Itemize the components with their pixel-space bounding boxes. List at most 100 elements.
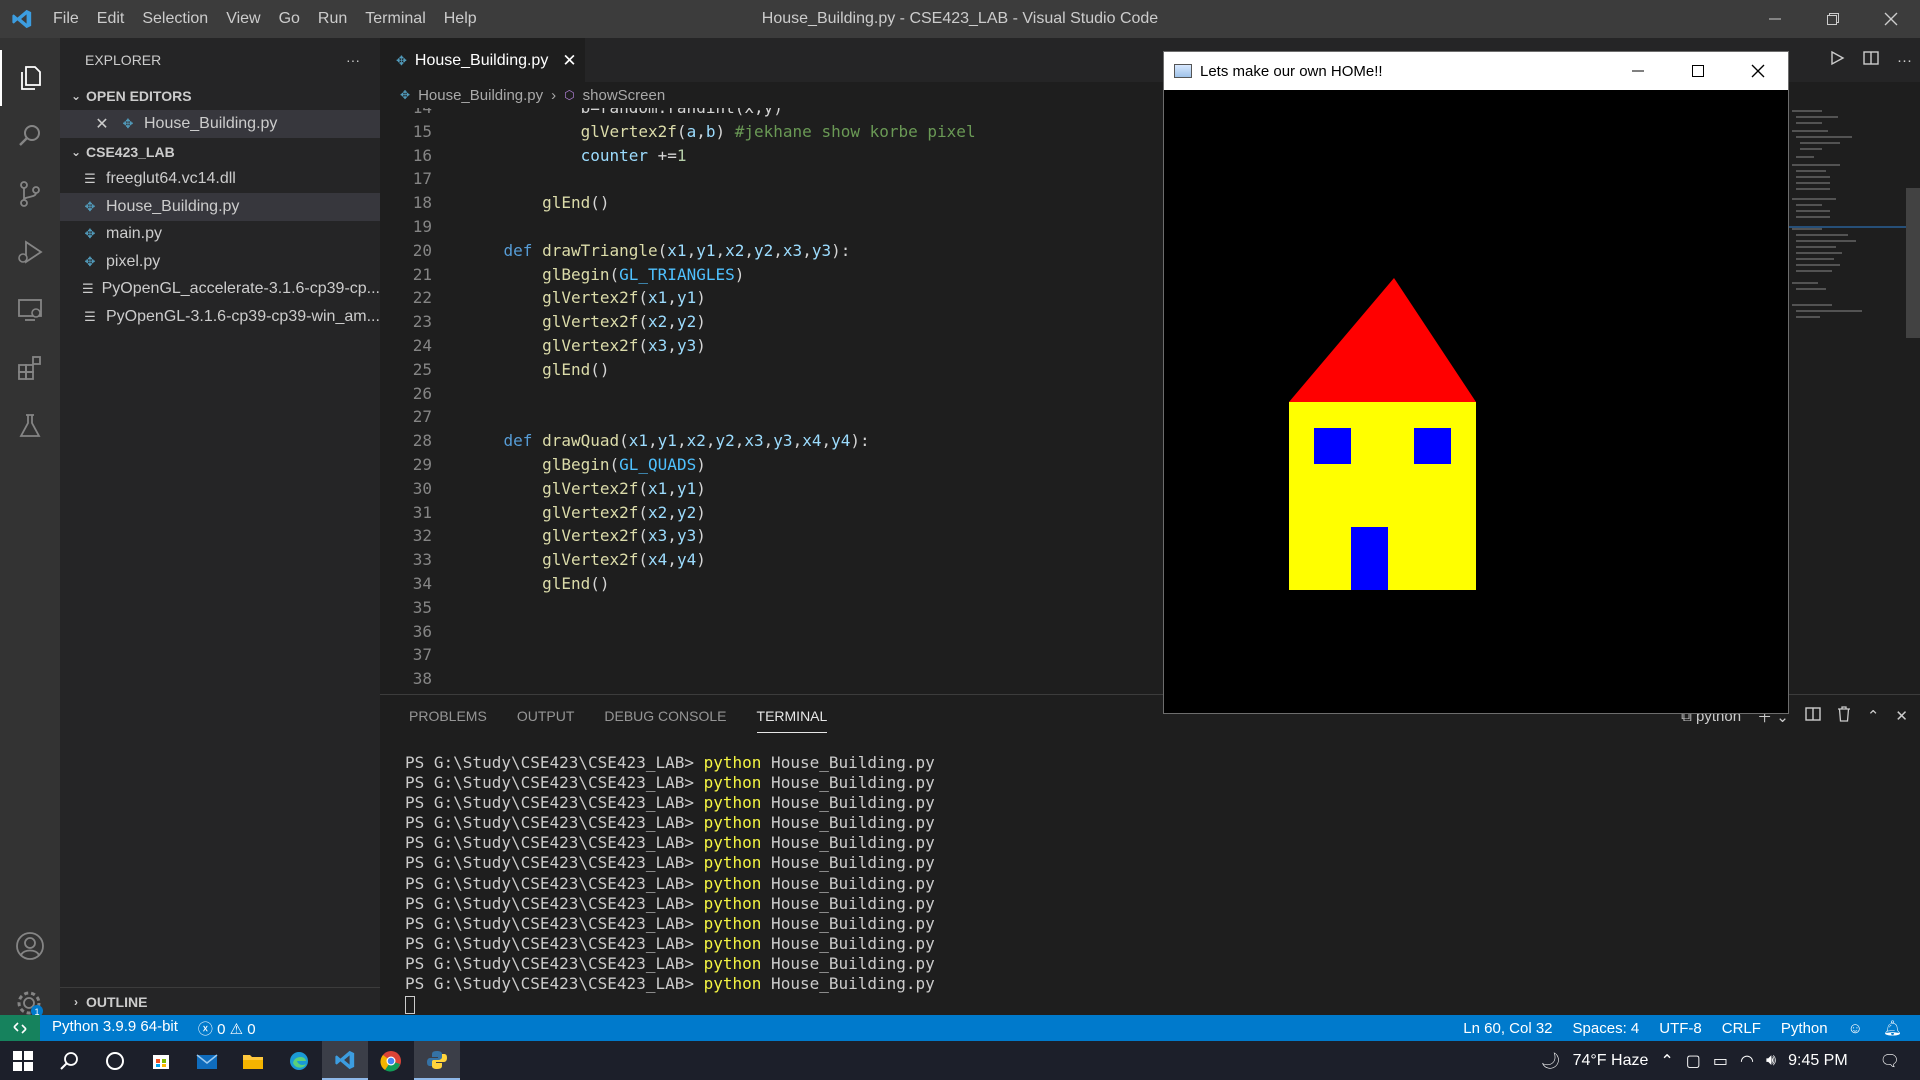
warning-icon: ⚠ <box>229 1020 244 1038</box>
close-button[interactable] <box>1728 52 1788 90</box>
extensions-icon[interactable] <box>0 340 60 396</box>
line-number: 24 <box>412 336 432 355</box>
restore-button[interactable] <box>1804 0 1862 38</box>
code-token: x3 <box>744 431 764 451</box>
run-debug-icon[interactable] <box>0 224 60 280</box>
folder-section[interactable]: ⌄ CSE423_LAB <box>60 138 380 166</box>
code-token: x2 <box>725 240 745 260</box>
scrollbar-thumb[interactable] <box>1906 188 1920 338</box>
file-item[interactable]: ✥ House_Building.py <box>60 193 380 221</box>
search-icon[interactable] <box>0 108 60 164</box>
line-number: 19 <box>412 217 432 236</box>
outline-section[interactable]: › OUTLINE <box>60 987 380 1015</box>
run-file-icon[interactable] <box>1829 50 1845 70</box>
feedback-icon[interactable]: ☺ <box>1848 1020 1863 1037</box>
split-editor-icon[interactable] <box>1863 50 1879 70</box>
problems-indicator[interactable]: ⓧ 0 ⚠ 0 <box>198 1018 256 1039</box>
show-hidden-icons-icon[interactable]: ⌃ <box>1660 1051 1673 1071</box>
close-panel-icon[interactable]: ✕ <box>1895 707 1908 725</box>
python-icon: ✥ <box>396 52 407 68</box>
end-of-line[interactable]: CRLF <box>1722 1020 1761 1037</box>
menu-view[interactable]: View <box>217 0 269 38</box>
open-editors-section[interactable]: ⌄ OPEN EDITORS <box>60 82 380 110</box>
wifi-icon[interactable]: ◠ <box>1740 1051 1754 1071</box>
cortana-icon[interactable] <box>92 1041 138 1080</box>
notifications-bell-icon[interactable]: 🔔︎ <box>1883 1019 1902 1037</box>
python-interpreter[interactable]: Python 3.9.9 64-bit <box>52 1018 178 1039</box>
open-editor-item[interactable]: ✕ ✥ House_Building.py <box>60 110 380 138</box>
menu-edit[interactable]: Edit <box>88 0 134 38</box>
editor-scrollbar[interactable] <box>1906 108 1920 694</box>
file-label: PyOpenGL-3.1.6-cp39-cp39-win_am... <box>106 307 380 325</box>
chrome-icon[interactable] <box>368 1041 414 1080</box>
more-actions-icon[interactable]: ··· <box>1897 52 1912 69</box>
cursor-position[interactable]: Ln 60, Col 32 <box>1463 1020 1552 1037</box>
maximize-panel-icon[interactable]: ⌃ <box>1867 707 1880 725</box>
tab-house-building[interactable]: ✥ House_Building.py ✕ <box>380 38 585 82</box>
split-terminal-icon[interactable] <box>1805 706 1821 726</box>
file-item[interactable]: ☰ PyOpenGL-3.1.6-cp39-cp39-win_am... <box>60 303 380 331</box>
remote-explorer-icon[interactable] <box>0 282 60 338</box>
code-token: x1 <box>648 478 668 498</box>
clock-time[interactable]: 9:45 PM <box>1788 1052 1848 1070</box>
error-icon: ⓧ <box>197 1020 213 1038</box>
code-token: glEnd <box>465 574 591 593</box>
meet-now-icon[interactable]: ▢ <box>1686 1051 1701 1071</box>
minimize-button[interactable] <box>1608 52 1668 90</box>
source-control-icon[interactable] <box>0 166 60 222</box>
file-item[interactable]: ✥ pixel.py <box>60 248 380 276</box>
terminal-arg: House_Building.py <box>761 953 935 973</box>
file-item[interactable]: ☰ freeglut64.vc14.dll <box>60 166 380 194</box>
close-button[interactable] <box>1862 0 1920 38</box>
tab-problems[interactable]: PROBLEMS <box>409 695 487 737</box>
tab-label: House_Building.py <box>414 51 549 69</box>
explorer-icon[interactable] <box>0 50 60 106</box>
mail-icon[interactable] <box>184 1041 230 1080</box>
menu-go[interactable]: Go <box>270 0 309 38</box>
file-item[interactable]: ✥ main.py <box>60 221 380 249</box>
volume-icon[interactable]: 🔊︎ <box>1766 1052 1776 1070</box>
terminal-output[interactable]: PS G:\Study\CSE423\CSE423_LAB> python Ho… <box>405 753 935 1014</box>
breadcrumb-file[interactable]: House_Building.py <box>418 87 543 104</box>
weather-text[interactable]: 74°F Haze <box>1573 1052 1649 1070</box>
menu-file[interactable]: File <box>44 0 88 38</box>
system-tray: 🌙︎ 74°F Haze ⌃ ▢ ▭ ◠ 🔊︎ 9:45 PM 🗨︎ <box>1540 1041 1920 1080</box>
indentation[interactable]: Spaces: 4 <box>1573 1020 1640 1037</box>
search-icon[interactable] <box>46 1041 92 1080</box>
edge-browser-icon[interactable] <box>276 1041 322 1080</box>
tab-terminal[interactable]: TERMINAL <box>756 695 828 733</box>
breadcrumb-symbol[interactable]: showScreen <box>583 87 666 104</box>
weather-moon-icon[interactable]: 🌙︎ <box>1540 1051 1560 1071</box>
minimize-button[interactable] <box>1746 0 1804 38</box>
code-token: x1 <box>628 431 649 451</box>
tab-output[interactable]: OUTPUT <box>517 695 575 737</box>
remote-indicator-icon[interactable] <box>0 1015 40 1041</box>
encoding[interactable]: UTF-8 <box>1659 1020 1702 1037</box>
windows-start-icon[interactable] <box>0 1041 46 1080</box>
minimap[interactable] <box>1788 108 1906 694</box>
file-item[interactable]: ☰ PyOpenGL_accelerate-3.1.6-cp39-cp... <box>60 276 380 304</box>
maximize-button[interactable] <box>1668 52 1728 90</box>
more-actions-icon[interactable]: ··· <box>346 52 360 68</box>
line-number: 20 <box>412 240 432 260</box>
accounts-icon[interactable] <box>0 918 60 974</box>
menu-terminal[interactable]: Terminal <box>356 0 434 38</box>
menu-run[interactable]: Run <box>309 0 356 38</box>
vscode-taskbar-icon[interactable] <box>322 1041 368 1080</box>
action-center-icon[interactable]: 🗨︎ <box>1880 1051 1900 1071</box>
python-app-icon[interactable] <box>414 1041 460 1080</box>
testing-flask-icon[interactable] <box>0 398 60 454</box>
file-explorer-icon[interactable] <box>230 1041 276 1080</box>
store-icon[interactable] <box>138 1041 184 1080</box>
language-mode[interactable]: Python <box>1781 1020 1828 1037</box>
menu-selection[interactable]: Selection <box>133 0 217 38</box>
close-editor-icon[interactable]: ✕ <box>92 114 112 134</box>
terminal-prompt: PS G:\Study\CSE423\CSE423_LAB> <box>405 974 704 994</box>
tab-debug-console[interactable]: DEBUG CONSOLE <box>604 695 726 737</box>
close-tab-icon[interactable]: ✕ <box>562 51 576 71</box>
opengl-canvas[interactable] <box>1164 90 1788 713</box>
trash-icon[interactable] <box>1837 706 1851 726</box>
menu-help[interactable]: Help <box>435 0 486 38</box>
battery-icon[interactable]: ▭ <box>1713 1051 1728 1071</box>
code-text: def drawQuad(x1,y1,x2,y2,x3,y3,x4,y4): <box>465 429 870 453</box>
